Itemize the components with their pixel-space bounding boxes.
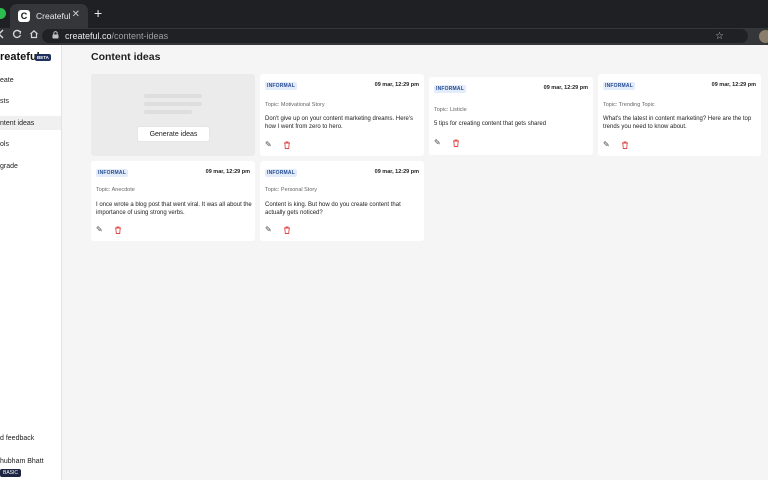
card-text: I once wrote a blog post that went viral… <box>96 202 252 216</box>
sidebar: reateful BETA eate sts ntent ideas ols g… <box>0 45 62 480</box>
back-arrow-icon[interactable] <box>0 29 5 44</box>
trash-icon[interactable] <box>114 226 122 236</box>
sidebar-item-create[interactable]: eate <box>0 73 61 87</box>
generate-ideas-card <box>91 74 255 156</box>
sidebar-item-posts[interactable]: sts <box>0 94 61 108</box>
url-path: /content-ideas <box>111 31 169 41</box>
page-title: Content ideas <box>91 51 161 63</box>
card-date: 09 mar, 12:29 pm <box>543 85 588 91</box>
tone-badge: INFORMAL <box>265 82 297 90</box>
idea-card[interactable]: INFORMAL 09 mar, 12:29 pm Topic: Anecdot… <box>91 161 255 241</box>
sidebar-item-label: ols <box>0 140 9 148</box>
plan-badge: BASIC <box>0 469 22 477</box>
star-icon[interactable]: ☆ <box>715 31 724 42</box>
pencil-icon[interactable]: ✎ <box>434 139 441 147</box>
sidebar-item-tools[interactable]: ols <box>0 137 61 151</box>
url-host: createful.co <box>65 31 112 41</box>
tone-badge: INFORMAL <box>96 169 128 177</box>
browser-tab-bar: C Createful ✕ + <box>0 0 768 28</box>
trash-icon[interactable] <box>283 141 291 151</box>
brand-logo[interactable]: reateful <box>0 51 40 63</box>
sidebar-item-label: ntent ideas <box>0 119 35 127</box>
card-topic: Topic: Trending Topic <box>603 102 655 108</box>
trash-icon[interactable] <box>621 141 629 151</box>
tone-badge: INFORMAL <box>265 169 297 177</box>
tone-badge: INFORMAL <box>434 85 466 93</box>
profile-avatar[interactable] <box>759 30 768 43</box>
card-text: What's the latest in content marketing? … <box>603 116 752 130</box>
browser-toolbar: createful.co/content-ideas ☆ <box>0 28 768 45</box>
user-name[interactable]: hubham Bhatt <box>0 458 44 465</box>
card-topic: Topic: Motivational Story <box>265 102 325 108</box>
card-text: Content is king. But how do you create c… <box>265 202 401 216</box>
idea-card[interactable]: INFORMAL 09 mar, 12:29 pm Topic: Listicl… <box>429 77 593 155</box>
home-icon[interactable] <box>29 29 39 44</box>
card-date: 09 mar, 12:29 pm <box>711 82 756 88</box>
skeleton-line <box>144 94 202 98</box>
sidebar-item-label: sts <box>0 97 9 105</box>
tab-title: Createful <box>36 11 71 21</box>
card-topic: Topic: Personal Story <box>265 187 317 193</box>
pencil-icon[interactable]: ✎ <box>96 226 103 234</box>
pencil-icon[interactable]: ✎ <box>603 141 610 149</box>
trash-icon[interactable] <box>283 226 291 236</box>
card-topic: Topic: Anecdote <box>96 187 135 193</box>
card-text: Don't give up on your content marketing … <box>265 116 414 130</box>
address-bar[interactable]: createful.co/content-ideas ☆ <box>42 29 748 43</box>
sidebar-item-content-ideas[interactable]: ntent ideas <box>0 116 61 130</box>
createful-favicon-icon: C <box>18 10 30 22</box>
idea-card[interactable]: INFORMAL 09 mar, 12:29 pm Topic: Persona… <box>260 161 424 241</box>
sidebar-item-label: eate <box>0 76 14 84</box>
pencil-icon[interactable]: ✎ <box>265 141 272 149</box>
card-topic: Topic: Listicle <box>434 107 467 113</box>
new-tab-icon[interactable]: + <box>94 6 102 20</box>
card-date: 09 mar, 12:29 pm <box>374 169 419 175</box>
trash-icon[interactable] <box>452 139 460 149</box>
skeleton-line <box>144 110 192 114</box>
lock-icon <box>52 31 59 41</box>
window-maximize-button[interactable] <box>0 8 6 19</box>
browser-tab[interactable]: C Createful ✕ <box>10 4 88 28</box>
idea-card[interactable]: INFORMAL 09 mar, 12:29 pm Topic: Motivat… <box>260 74 424 156</box>
card-date: 09 mar, 12:29 pm <box>205 169 250 175</box>
card-date: 09 mar, 12:29 pm <box>374 82 419 88</box>
send-feedback-link[interactable]: d feedback <box>0 435 34 442</box>
tone-badge: INFORMAL <box>603 82 635 90</box>
reload-icon[interactable] <box>12 29 22 44</box>
generate-ideas-button[interactable]: Generate ideas <box>137 126 210 142</box>
card-text: 5 tips for creating content that gets sh… <box>434 121 547 127</box>
sidebar-item-label: grade <box>0 162 18 170</box>
close-icon[interactable]: ✕ <box>72 9 80 20</box>
sidebar-item-upgrade[interactable]: grade <box>0 159 61 173</box>
skeleton-line <box>144 102 202 106</box>
idea-card[interactable]: INFORMAL 09 mar, 12:29 pm Topic: Trendin… <box>598 74 761 156</box>
pencil-icon[interactable]: ✎ <box>265 226 272 234</box>
brand-badge: BETA <box>35 54 51 61</box>
